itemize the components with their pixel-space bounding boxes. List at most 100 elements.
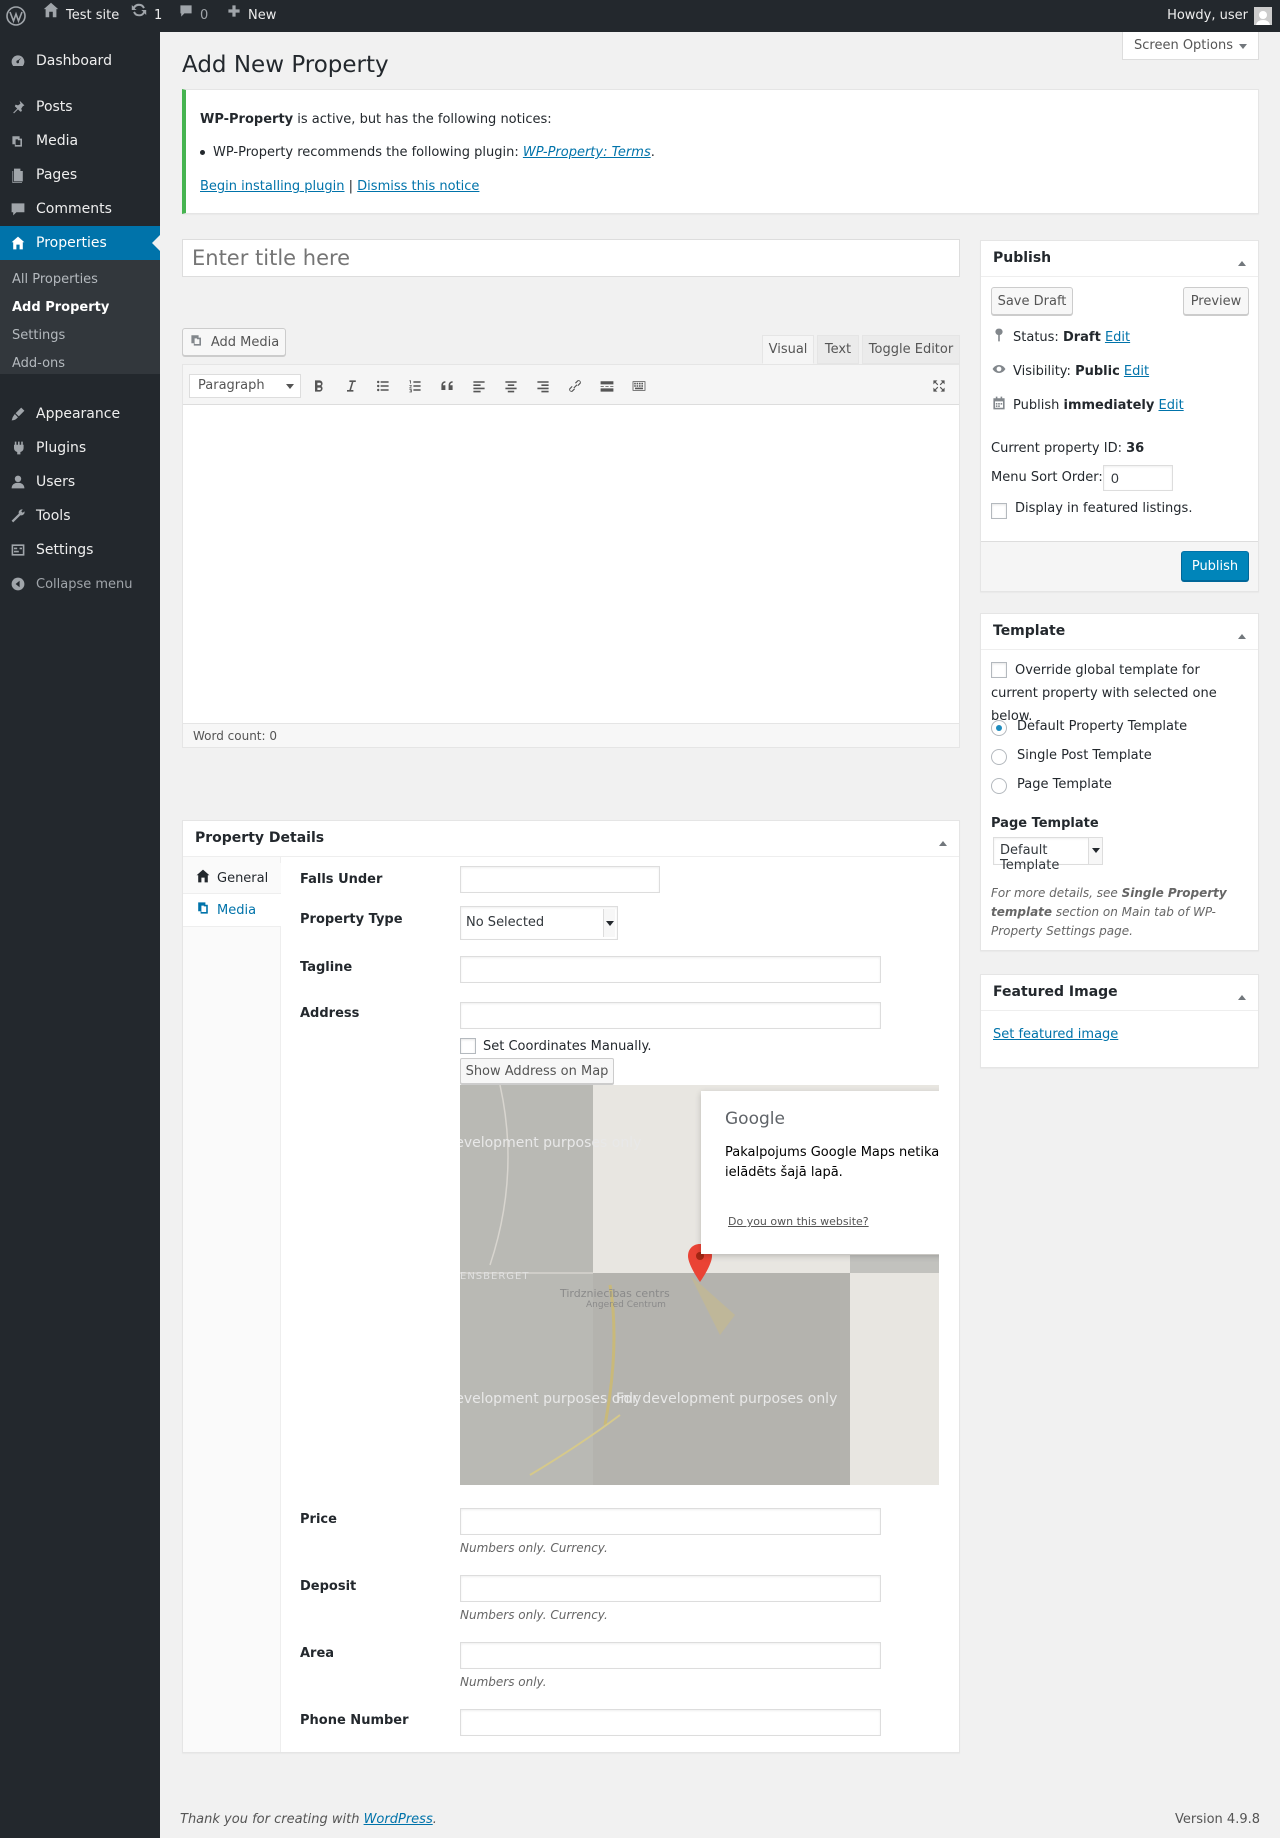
bulleted-list-icon[interactable] xyxy=(373,376,393,396)
edit-schedule-link[interactable]: Edit xyxy=(1159,398,1184,413)
publish-box-header[interactable]: Publish xyxy=(981,241,1258,277)
collapse-arrow-icon[interactable] xyxy=(939,837,947,846)
collapse-arrow-icon[interactable] xyxy=(1238,991,1246,1000)
terms-plugin-link[interactable]: WP-Property: Terms xyxy=(523,145,651,160)
dev-watermark: For development purposes only xyxy=(616,1391,838,1407)
help-text: For more details, see xyxy=(991,886,1122,900)
address-label: Address xyxy=(300,1006,360,1021)
plugin-notice: WP-Property is active, but has the follo… xyxy=(182,89,1259,214)
collapse-arrow-icon[interactable] xyxy=(1238,630,1246,639)
menu-item-properties[interactable]: Properties xyxy=(0,226,160,260)
area-input[interactable] xyxy=(460,1642,881,1669)
tab-text[interactable]: Text xyxy=(817,335,859,364)
phone-input[interactable] xyxy=(460,1709,881,1736)
tab-toggle-editor[interactable]: Toggle Editor xyxy=(862,335,960,364)
map-error-text: Pakalpojums Google Maps netika ielādēts … xyxy=(725,1145,939,1180)
my-account-link[interactable]: Howdy, user xyxy=(1167,0,1272,32)
set-featured-image-link[interactable]: Set featured image xyxy=(993,1027,1118,1042)
edit-status-link[interactable]: Edit xyxy=(1105,330,1130,345)
install-plugin-link[interactable]: Begin installing plugin xyxy=(200,179,345,194)
footer-version: Version 4.9.8 xyxy=(1174,1812,1260,1827)
google-map[interactable]: For development purposes only For develo… xyxy=(460,1085,939,1485)
price-input[interactable] xyxy=(460,1508,881,1535)
submenu-add-property[interactable]: Add Property xyxy=(12,300,109,315)
post-title-input[interactable] xyxy=(182,239,960,277)
falls-under-input[interactable] xyxy=(460,866,660,893)
address-input[interactable] xyxy=(460,1002,881,1029)
notice-period: . xyxy=(650,145,655,160)
menu-sort-input[interactable] xyxy=(1103,465,1173,491)
preview-button[interactable]: Preview xyxy=(1183,287,1249,315)
menu-item-appearance[interactable]: Appearance xyxy=(0,397,160,431)
comments-link[interactable]: 0 xyxy=(178,0,208,32)
submenu-add-ons[interactable]: Add-ons xyxy=(12,356,65,371)
save-draft-button[interactable]: Save Draft xyxy=(991,287,1073,315)
blockquote-icon[interactable] xyxy=(437,376,457,396)
menu-item-settings[interactable]: Settings xyxy=(0,533,160,567)
menu-item-tools[interactable]: Tools xyxy=(0,499,160,533)
site-name-link[interactable]: Test site xyxy=(42,0,119,32)
own-website-link[interactable]: Do you own this website? xyxy=(728,1215,869,1228)
radio-default-property-template[interactable] xyxy=(991,720,1007,736)
screen-options-button[interactable]: Screen Options xyxy=(1122,32,1259,60)
tab-label: General xyxy=(217,870,269,886)
tagline-input[interactable] xyxy=(460,956,881,983)
property-details-header[interactable]: Property Details xyxy=(183,821,959,857)
template-box-header[interactable]: Template xyxy=(981,614,1258,650)
menu-label: Dashboard xyxy=(36,53,112,69)
menu-item-pages[interactable]: Pages xyxy=(0,158,160,192)
toolbar-toggle-icon[interactable] xyxy=(629,376,649,396)
notice-text: WP-Property recommends the following plu… xyxy=(213,145,523,160)
read-more-icon[interactable] xyxy=(597,376,617,396)
collapse-arrow-icon[interactable] xyxy=(1238,257,1246,266)
radio-label: Default Property Template xyxy=(1017,719,1188,734)
new-content-link[interactable]: New xyxy=(226,0,276,32)
menu-item-posts[interactable]: Posts xyxy=(0,90,160,124)
wordpress-logo-icon[interactable] xyxy=(6,0,26,32)
wordpress-link[interactable]: WordPress xyxy=(364,1812,433,1827)
format-select[interactable]: Paragraph xyxy=(189,374,301,398)
featured-image-header[interactable]: Featured Image xyxy=(981,975,1258,1011)
collapse-menu[interactable]: Collapse menu xyxy=(0,567,160,601)
menu-label: Appearance xyxy=(36,406,121,422)
publish-button[interactable]: Publish xyxy=(1181,551,1249,581)
featured-checkbox[interactable] xyxy=(991,503,1007,519)
price-hint: Numbers only. Currency. xyxy=(460,1541,608,1555)
add-media-button[interactable]: Add Media xyxy=(182,328,286,356)
radio-page-template[interactable] xyxy=(991,778,1007,794)
pin-icon xyxy=(10,99,26,115)
link-icon[interactable] xyxy=(565,376,585,396)
area-label: Area xyxy=(300,1646,335,1661)
submenu-all-properties[interactable]: All Properties xyxy=(12,272,98,287)
details-tab-media[interactable]: Media xyxy=(183,893,281,927)
tab-visual[interactable]: Visual xyxy=(762,335,814,364)
menu-item-plugins[interactable]: Plugins xyxy=(0,431,160,465)
menu-item-dashboard[interactable]: Dashboard xyxy=(0,44,160,78)
menu-item-media[interactable]: Media xyxy=(0,124,160,158)
bold-icon[interactable] xyxy=(309,376,329,396)
italic-icon[interactable] xyxy=(341,376,361,396)
details-tab-column xyxy=(183,857,281,1752)
fullscreen-icon[interactable] xyxy=(929,376,949,396)
show-address-button[interactable]: Show Address on Map xyxy=(460,1058,614,1084)
radio-single-post-template[interactable] xyxy=(991,749,1007,765)
menu-item-users[interactable]: Users xyxy=(0,465,160,499)
menu-item-comments[interactable]: Comments xyxy=(0,192,160,226)
dismiss-notice-link[interactable]: Dismiss this notice xyxy=(357,179,479,194)
menu-label: Tools xyxy=(36,508,71,524)
deposit-input[interactable] xyxy=(460,1575,881,1602)
details-tab-general[interactable]: General xyxy=(195,863,281,893)
page-template-select[interactable]: Default Template xyxy=(993,837,1103,873)
numbered-list-icon[interactable] xyxy=(405,376,425,396)
updates-link[interactable]: 1 xyxy=(130,0,162,32)
align-left-icon[interactable] xyxy=(469,376,489,396)
submenu-settings[interactable]: Settings xyxy=(12,328,65,343)
align-center-icon[interactable] xyxy=(501,376,521,396)
status-row: Status: Draft Edit xyxy=(991,327,1130,347)
edit-visibility-link[interactable]: Edit xyxy=(1124,364,1149,379)
set-coordinates-checkbox[interactable] xyxy=(460,1038,476,1054)
falls-under-label: Falls Under xyxy=(300,872,383,887)
align-right-icon[interactable] xyxy=(533,376,553,396)
property-type-select[interactable]: No Selected xyxy=(460,906,618,940)
radio-label: Single Post Template xyxy=(1017,748,1152,763)
